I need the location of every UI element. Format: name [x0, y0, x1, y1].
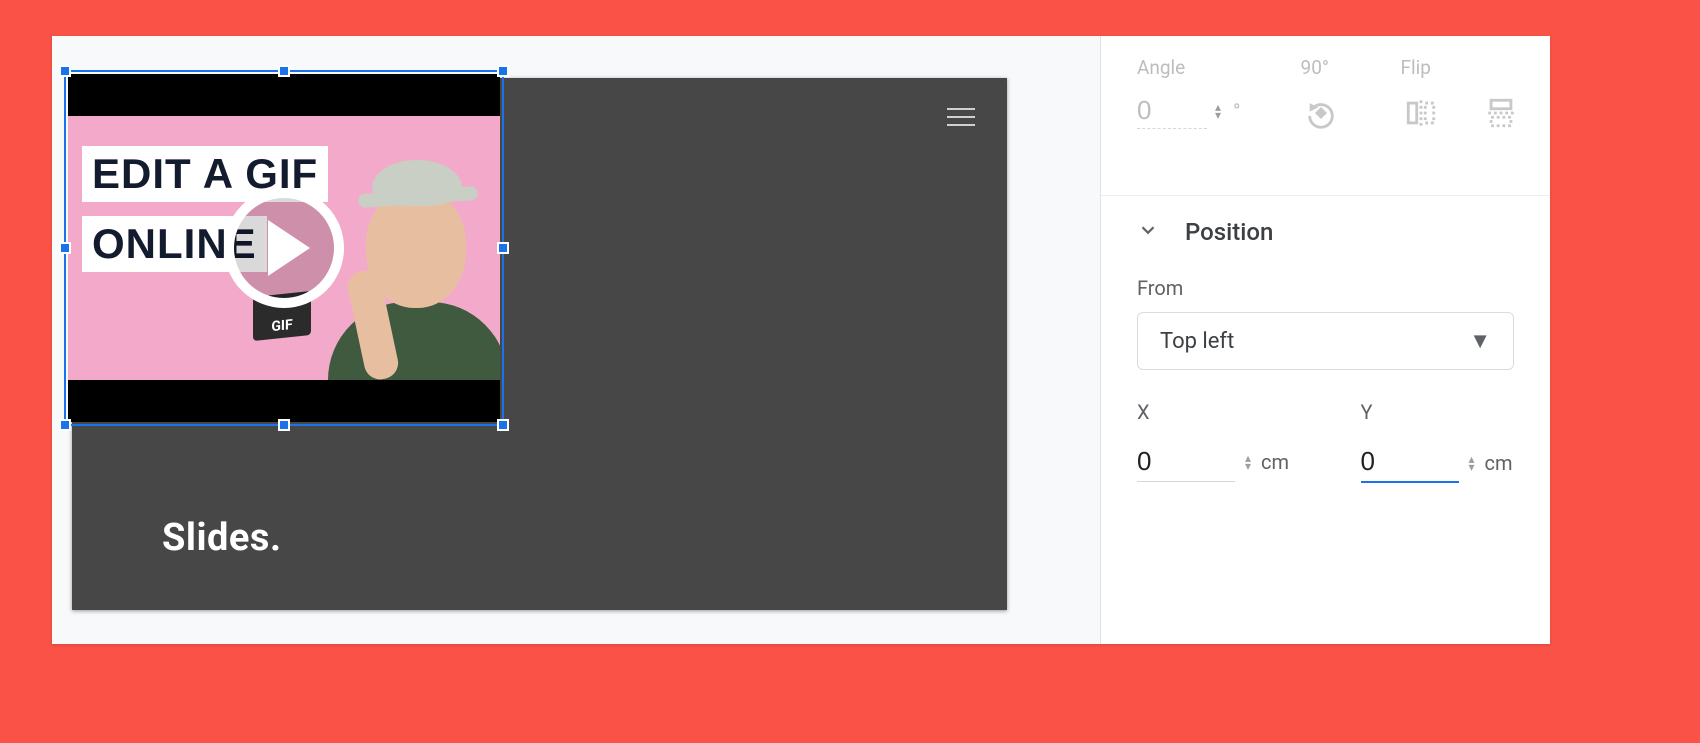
rotate90-label: 90° — [1301, 56, 1341, 79]
x-unit: cm — [1261, 450, 1289, 474]
from-dropdown[interactable]: Top left ▼ — [1137, 312, 1514, 370]
resize-handle-mr[interactable] — [497, 242, 509, 254]
angle-stepper[interactable]: ▴▾ — [1215, 103, 1221, 119]
video-object[interactable]: EDIT A GIF ONLINE GIF — [68, 74, 500, 422]
rotation-section: Angle ▴▾ ° 90° — [1101, 36, 1550, 196]
y-label: Y — [1361, 400, 1515, 424]
app-frame: Slides. EDIT A GIF ONLINE GIF — [52, 36, 1550, 644]
y-stepper[interactable]: ▴▾ — [1469, 455, 1475, 471]
rotate-90-icon[interactable] — [1301, 93, 1341, 133]
resize-handle-bm[interactable] — [278, 419, 290, 431]
x-label: X — [1137, 400, 1291, 424]
format-sidebar: Angle ▴▾ ° 90° — [1100, 36, 1550, 644]
degree-symbol: ° — [1233, 99, 1240, 123]
slide[interactable]: Slides. EDIT A GIF ONLINE GIF — [72, 78, 1007, 610]
resize-handle-tl[interactable] — [59, 65, 71, 77]
hamburger-icon[interactable] — [947, 108, 975, 126]
flip-vertical-icon[interactable] — [1481, 93, 1521, 133]
position-section-header[interactable]: Position — [1101, 196, 1550, 256]
flip-horizontal-icon[interactable] — [1401, 93, 1441, 133]
resize-handle-br[interactable] — [497, 419, 509, 431]
from-label: From — [1101, 256, 1550, 308]
x-stepper[interactable]: ▴▾ — [1245, 454, 1251, 470]
y-input[interactable] — [1361, 442, 1459, 483]
dropdown-caret-icon: ▼ — [1469, 328, 1491, 354]
chevron-down-icon — [1137, 219, 1159, 245]
flip-label: Flip — [1401, 56, 1521, 79]
angle-label: Angle — [1137, 56, 1241, 79]
slide-canvas[interactable]: Slides. EDIT A GIF ONLINE GIF — [72, 78, 1007, 610]
selection-box[interactable]: EDIT A GIF ONLINE GIF — [64, 70, 504, 426]
y-unit: cm — [1485, 451, 1513, 475]
resize-handle-ml[interactable] — [59, 242, 71, 254]
x-input[interactable] — [1137, 442, 1235, 482]
resize-handle-tm[interactable] — [278, 65, 290, 77]
position-title: Position — [1185, 218, 1273, 246]
from-value: Top left — [1160, 329, 1234, 354]
resize-handle-bl[interactable] — [59, 419, 71, 431]
angle-input[interactable] — [1137, 93, 1207, 129]
slide-text-fragment: Slides. — [162, 516, 281, 560]
play-icon[interactable] — [224, 188, 344, 308]
resize-handle-tr[interactable] — [497, 65, 509, 77]
